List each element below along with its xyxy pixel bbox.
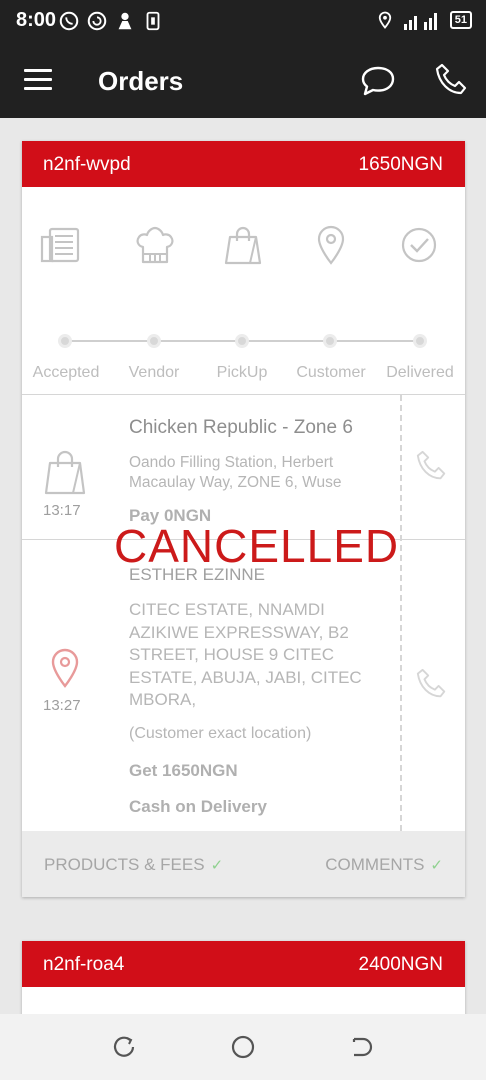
chef-hat-icon bbox=[133, 223, 177, 267]
system-icons: 51 bbox=[376, 10, 472, 30]
step-dot bbox=[58, 334, 72, 348]
page-title: Orders bbox=[98, 66, 184, 96]
app-notification-icon bbox=[87, 11, 107, 31]
order-header: n2nf-wvpd 1650NGN bbox=[22, 141, 465, 187]
location-icon bbox=[378, 11, 391, 29]
phone-icon[interactable] bbox=[434, 62, 470, 98]
check-circle-icon bbox=[397, 223, 441, 267]
step-label-customer: Customer bbox=[296, 364, 366, 381]
order-progress: Accepted Vendor PickUp Customer Delivere… bbox=[22, 187, 465, 394]
card-footer: PRODUCTS & FEES ✓ COMMENTS ✓ bbox=[22, 831, 465, 897]
step-dot bbox=[235, 334, 249, 348]
sim-icon bbox=[146, 11, 160, 31]
vendor-name: Chicken Republic - Zone 6 bbox=[129, 417, 353, 438]
comments-label: COMMENTS bbox=[325, 855, 425, 874]
order-header: n2nf-roa4 2400NGN bbox=[22, 941, 465, 987]
dropoff-time: 13:27 bbox=[43, 697, 81, 714]
check-icon: ✓ bbox=[430, 857, 443, 874]
courier-icon bbox=[118, 12, 132, 30]
order-amount: 1650NGN bbox=[358, 154, 444, 175]
order-id: n2nf-roa4 bbox=[43, 954, 125, 975]
cancelled-overlay: CANCELLED bbox=[114, 520, 400, 572]
pickup-time: 13:17 bbox=[43, 502, 81, 519]
recents-icon[interactable] bbox=[111, 1034, 137, 1060]
order-card[interactable]: n2nf-wvpd 1650NGN Accepted Vendor PickUp… bbox=[22, 141, 465, 897]
back-icon[interactable] bbox=[348, 1034, 374, 1060]
notification-icons bbox=[58, 10, 164, 32]
order-amount: 2400NGN bbox=[358, 954, 444, 975]
system-nav-bar bbox=[0, 1014, 486, 1080]
status-bar: 8:00 51 bbox=[0, 0, 486, 44]
app-bar: Orders bbox=[0, 44, 486, 118]
comments-button[interactable]: COMMENTS ✓ bbox=[325, 855, 443, 875]
order-card[interactable]: n2nf-roa4 2400NGN bbox=[22, 941, 465, 1021]
step-label-vendor: Vendor bbox=[128, 364, 180, 381]
step-dot bbox=[323, 334, 337, 348]
customer-address: CITEC ESTATE, NNAMDI AZIKIWE EXPRESSWAY,… bbox=[129, 600, 362, 709]
products-fees-label: PRODUCTS & FEES bbox=[44, 855, 205, 874]
shopping-bag-icon bbox=[221, 223, 265, 267]
status-time: 8:00 bbox=[16, 9, 57, 31]
dropoff-pin-icon bbox=[51, 648, 79, 688]
collect-amount: Get 1650NGN bbox=[129, 761, 238, 780]
divider bbox=[22, 394, 465, 395]
payment-method: Cash on Delivery bbox=[129, 797, 267, 816]
products-fees-button[interactable]: PRODUCTS & FEES ✓ bbox=[44, 855, 223, 875]
location-pin-icon bbox=[309, 223, 353, 267]
whatsapp-icon bbox=[59, 11, 79, 31]
home-icon[interactable] bbox=[230, 1034, 256, 1060]
menu-icon[interactable] bbox=[24, 69, 52, 91]
receipt-icon bbox=[39, 223, 83, 267]
order-id: n2nf-wvpd bbox=[43, 154, 131, 175]
step-label-delivered: Delivered bbox=[386, 364, 454, 381]
call-vendor-icon[interactable] bbox=[415, 449, 449, 483]
chat-icon[interactable] bbox=[360, 64, 396, 98]
customer-location-note: (Customer exact location) bbox=[129, 725, 312, 742]
signal-icon bbox=[403, 13, 437, 30]
call-customer-icon[interactable] bbox=[415, 667, 449, 701]
vendor-address: Oando Filling Station, Herbert Macaulay … bbox=[129, 454, 342, 491]
step-label-accepted: Accepted bbox=[32, 364, 100, 381]
battery-indicator: 51 bbox=[449, 11, 472, 29]
step-dot bbox=[413, 334, 427, 348]
pickup-bag-icon bbox=[44, 450, 86, 495]
step-dot bbox=[147, 334, 161, 348]
dashed-divider bbox=[400, 395, 402, 831]
step-label-pickup: PickUp bbox=[216, 364, 268, 381]
check-icon: ✓ bbox=[210, 857, 224, 874]
